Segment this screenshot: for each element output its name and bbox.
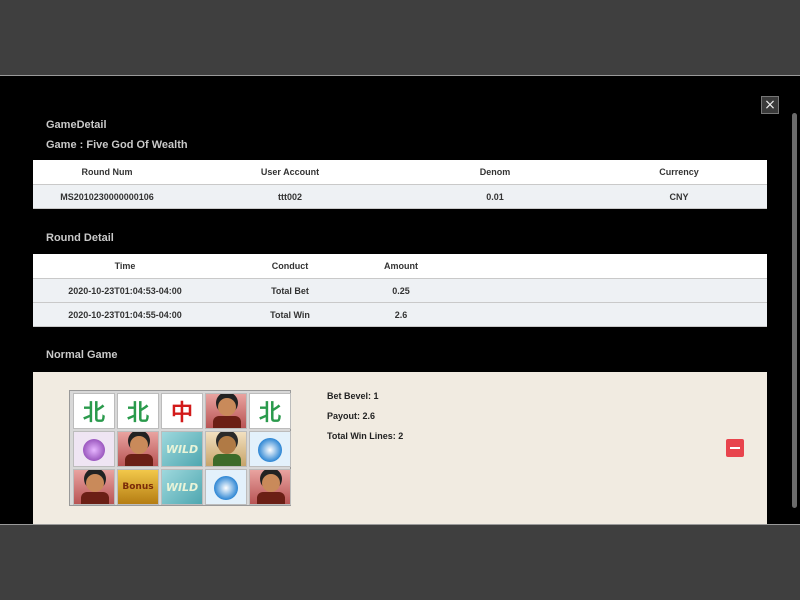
amount-cell: 0.25 bbox=[363, 278, 439, 303]
close-button[interactable]: × bbox=[761, 96, 779, 114]
blue-orb-symbol bbox=[249, 431, 291, 467]
conduct-cell: Total Bet bbox=[217, 278, 363, 303]
purple-orb-symbol bbox=[73, 431, 115, 467]
time-cell: 2020-10-23T01:04:55-04:00 bbox=[33, 302, 217, 327]
close-icon: × bbox=[764, 97, 776, 113]
column-header-empty bbox=[439, 254, 767, 279]
wealth-god-symbol bbox=[249, 469, 291, 505]
north-tile-symbol: 北 bbox=[249, 393, 291, 429]
normal-game-panel: 北 北 中 北 WILD Bonus WILD Bet Bevel: 1 Pay… bbox=[33, 372, 767, 524]
total-win-lines-text: Total Win Lines: 2 bbox=[327, 431, 404, 441]
amount-cell: 2.6 bbox=[363, 302, 439, 327]
table-header-row: Time Conduct Amount bbox=[33, 254, 767, 279]
reel-grid: 北 北 中 北 WILD Bonus WILD bbox=[69, 390, 291, 506]
wealth-god-symbol bbox=[205, 431, 247, 467]
table-row: 2020-10-23T01:04:55-04:00 Total Win 2.6 bbox=[33, 302, 767, 327]
wealth-god-symbol bbox=[73, 469, 115, 505]
north-tile-symbol: 北 bbox=[117, 393, 159, 429]
modal-title: GameDetail bbox=[46, 119, 107, 131]
blue-orb-symbol bbox=[205, 469, 247, 505]
wealth-god-symbol bbox=[205, 393, 247, 429]
round-summary-table: Round Num User Account Denom Currency MS… bbox=[33, 160, 767, 209]
currency-cell: CNY bbox=[591, 184, 767, 209]
column-header-amount: Amount bbox=[363, 254, 439, 279]
normal-game-title: Normal Game bbox=[46, 349, 118, 361]
gold-bonus-symbol: Bonus bbox=[117, 469, 159, 505]
wealth-god-symbol bbox=[117, 431, 159, 467]
table-header-row: Round Num User Account Denom Currency bbox=[33, 160, 767, 185]
column-header-currency: Currency bbox=[591, 160, 767, 185]
bet-level-text: Bet Bevel: 1 bbox=[327, 391, 379, 401]
payout-text: Payout: 2.6 bbox=[327, 411, 376, 421]
user-account-cell: ttt002 bbox=[181, 184, 399, 209]
wild-symbol: WILD bbox=[161, 431, 203, 467]
round-detail-title: Round Detail bbox=[46, 232, 114, 244]
conduct-cell: Total Win bbox=[217, 302, 363, 327]
game-name: Game : Five God Of Wealth bbox=[46, 139, 188, 151]
table-row: MS2010230000000106 ttt002 0.01 CNY bbox=[33, 184, 767, 209]
column-header-time: Time bbox=[33, 254, 217, 279]
time-cell: 2020-10-23T01:04:53-04:00 bbox=[33, 278, 217, 303]
collapse-button[interactable] bbox=[726, 439, 744, 457]
zhong-tile-symbol: 中 bbox=[161, 393, 203, 429]
denom-cell: 0.01 bbox=[399, 184, 591, 209]
column-header-user-account: User Account bbox=[181, 160, 399, 185]
column-header-conduct: Conduct bbox=[217, 254, 363, 279]
column-header-denom: Denom bbox=[399, 160, 591, 185]
empty-cell bbox=[439, 302, 767, 327]
scrollbar[interactable] bbox=[792, 113, 797, 508]
column-header-round-num: Round Num bbox=[33, 160, 181, 185]
wild-symbol: WILD bbox=[161, 469, 203, 505]
north-tile-symbol: 北 bbox=[73, 393, 115, 429]
round-detail-table: Time Conduct Amount 2020-10-23T01:04:53-… bbox=[33, 254, 767, 327]
game-detail-modal: × GameDetail Game : Five God Of Wealth R… bbox=[0, 75, 800, 525]
empty-cell bbox=[439, 278, 767, 303]
table-row: 2020-10-23T01:04:53-04:00 Total Bet 0.25 bbox=[33, 278, 767, 303]
round-num-cell: MS2010230000000106 bbox=[33, 184, 181, 209]
